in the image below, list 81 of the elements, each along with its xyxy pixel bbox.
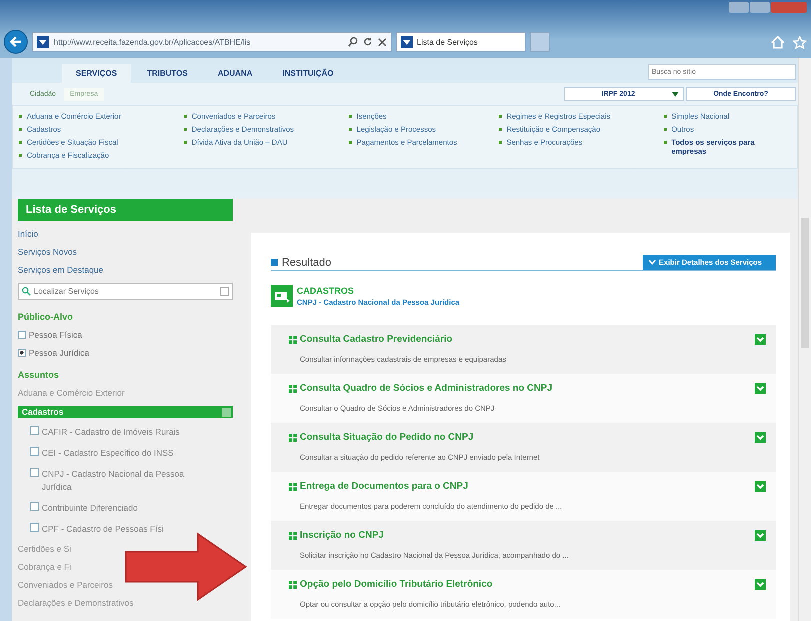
nav-tab[interactable]: SERVIÇOS	[62, 64, 132, 83]
bullet-icon	[19, 154, 22, 157]
grid-icon	[289, 482, 297, 490]
back-arrow-icon	[9, 35, 23, 49]
subject-option[interactable]: Contribuinte Diferenciado	[18, 502, 233, 515]
results-heading: Resultado	[282, 256, 332, 268]
service-title[interactable]: Consulta Situação do Pedido no CNPJ	[300, 432, 474, 443]
expand-icon[interactable]	[755, 481, 766, 492]
address-bar[interactable]: http://www.receita.fazenda.gov.br/Aplicacoes/ATBHE/lis	[32, 32, 392, 52]
bullet-icon	[498, 141, 502, 144]
bullet-icon	[19, 128, 22, 131]
bullet-icon	[498, 128, 502, 131]
nav-tab[interactable]: INSTITUIÇÃO	[268, 64, 348, 83]
service-search-field[interactable]: Localizar Serviços	[18, 283, 233, 300]
expand-icon[interactable]	[755, 579, 766, 590]
subject-option[interactable]: CPF - Cadastro de Pessoas Físi	[18, 523, 233, 536]
bullet-icon	[664, 115, 667, 118]
bullet-icon	[498, 115, 502, 118]
subject-link[interactable]: Aduana e Comércio Exterior	[18, 388, 125, 398]
address-text: http://www.receita.fazenda.gov.br/Aplicacoes/ATBHE/lis	[54, 38, 252, 46]
sidebar-link[interactable]: Serviços em Destaque	[18, 265, 104, 275]
nav-tab[interactable]: ADUANA	[204, 64, 267, 83]
bullet-icon	[664, 141, 667, 144]
audience-option[interactable]: Pessoa Física	[18, 330, 233, 340]
bullet-icon	[19, 115, 22, 118]
bullet-icon	[348, 128, 352, 131]
back-button[interactable]	[4, 30, 28, 54]
expand-icon[interactable]	[755, 383, 766, 394]
browser-tab[interactable]: Lista de Serviços	[396, 32, 526, 52]
category-title: CADASTROS	[297, 286, 356, 296]
search-icon	[22, 287, 31, 296]
search-icon[interactable]	[348, 37, 358, 47]
service-title[interactable]: Entrega de Documentos para o CNPJ	[300, 481, 468, 492]
subject-option[interactable]: CEI - Cadastro Específico do INSS	[18, 447, 233, 460]
expanded-subject-header[interactable]: Cadastros	[18, 406, 233, 418]
scrollbar[interactable]	[798, 58, 811, 621]
service-title[interactable]: Consulta Quadro de Sócios e Administradores no CNPJ	[300, 383, 552, 394]
expand-icon[interactable]	[755, 334, 766, 345]
bullet-icon	[184, 141, 187, 144]
subject-link[interactable]: Declarações e Demonstrativos	[18, 598, 134, 608]
bullet-icon	[348, 115, 352, 118]
grid-icon	[289, 532, 297, 540]
subject-link[interactable]: Certidões e Si	[18, 544, 72, 554]
site-icon	[401, 36, 413, 48]
site-icon	[37, 36, 49, 48]
home-icon[interactable]	[771, 36, 785, 48]
tab-title: Lista de Serviços	[417, 38, 478, 46]
expand-icon[interactable]	[755, 530, 766, 541]
expand-icon[interactable]	[755, 432, 766, 443]
service-title[interactable]: Inscrição no CNPJ	[300, 530, 384, 541]
subject-option[interactable]: CAFIR - Cadastro de Imóveis Rurais	[18, 426, 233, 439]
nav-tab[interactable]: TRIBUTOS	[133, 64, 202, 83]
subject-link[interactable]: Conveniados e Parceiros	[18, 580, 113, 590]
grid-icon	[289, 384, 297, 392]
sidebar-link[interactable]: Início	[18, 229, 38, 239]
grid-icon	[289, 434, 297, 442]
grid-icon	[289, 336, 297, 344]
grid-icon	[289, 580, 297, 588]
id-card-icon	[271, 285, 293, 307]
audience-option[interactable]: Pessoa Jurídica	[18, 348, 233, 358]
square-icon	[271, 259, 278, 266]
dropdown-caret-icon	[672, 92, 679, 96]
bullet-icon	[184, 128, 187, 131]
new-tab-button[interactable]	[530, 32, 550, 52]
chevron-down-icon	[649, 260, 656, 265]
service-title[interactable]: Consulta Cadastro Previdenciário	[300, 334, 453, 345]
subject-label: Cadastros	[22, 407, 64, 417]
close-icon[interactable]	[378, 38, 387, 46]
bullet-icon	[184, 115, 187, 118]
refresh-icon[interactable]	[363, 37, 373, 47]
bullet-icon	[19, 141, 22, 144]
sidebar-title: Lista de Serviços	[18, 199, 233, 221]
subject-link[interactable]: Cobrança e Fi	[18, 562, 72, 572]
bullet-icon	[348, 141, 352, 144]
subject-option[interactable]: CNPJ - Cadastro Nacional da Pessoa Jurídica	[18, 468, 233, 494]
section-heading: Público-Alvo	[18, 312, 74, 322]
section-heading: Assuntos	[18, 370, 60, 380]
star-icon[interactable]	[793, 36, 807, 48]
sidebar-link[interactable]: Serviços Novos	[18, 247, 78, 257]
bullet-icon	[664, 128, 667, 131]
service-title[interactable]: Opção pelo Domicílio Tributário Eletrônico	[300, 579, 493, 590]
